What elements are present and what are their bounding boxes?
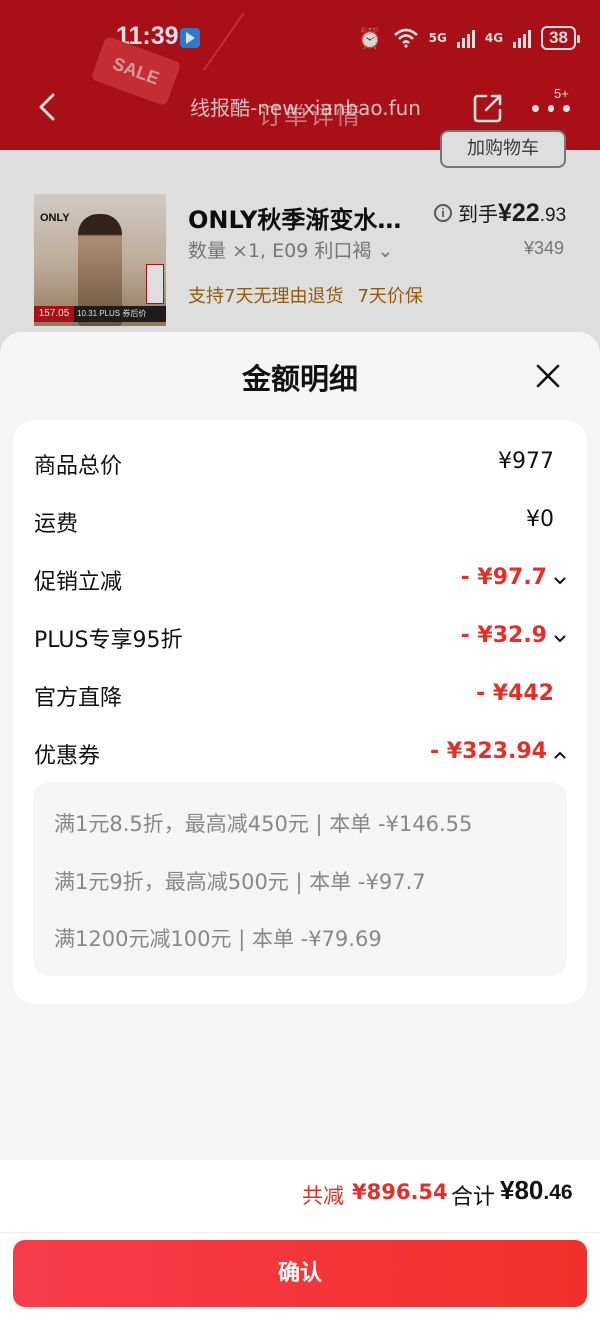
total-saved-value: ¥896.54 bbox=[352, 1180, 448, 1204]
row-label: 商品总价 bbox=[34, 454, 123, 479]
row-label: 优惠券 bbox=[34, 744, 101, 769]
total-label: 合计 bbox=[451, 1185, 496, 1210]
coupon-item: 满1元9折，最高减500元 | 本单 -¥97.7 bbox=[54, 870, 426, 894]
row-coupon[interactable]: 优惠券 - ¥323.94 bbox=[13, 738, 587, 778]
total-saved-label: 共减 bbox=[302, 1184, 344, 1208]
coupon-detail-box: 满1元8.5折，最高减450元 | 本单 -¥146.55 满1元9折，最高减5… bbox=[33, 782, 567, 976]
row-label: 官方直降 bbox=[34, 686, 123, 711]
total-value: ¥80.46 bbox=[500, 1175, 573, 1206]
row-value: - ¥32.9 bbox=[460, 623, 547, 648]
row-goods-total: 商品总价 ¥977 bbox=[13, 448, 587, 488]
row-value: ¥0 bbox=[526, 507, 554, 532]
chevron-down-icon[interactable] bbox=[553, 574, 567, 588]
row-promo-discount[interactable]: 促销立减 - ¥97.7 bbox=[13, 564, 587, 604]
coupon-item: 满1200元减100元 | 本单 -¥79.69 bbox=[54, 927, 382, 951]
row-value: - ¥442 bbox=[475, 681, 554, 706]
coupon-item: 满1元8.5折，最高减450元 | 本单 -¥146.55 bbox=[54, 812, 473, 836]
row-label: 运费 bbox=[34, 512, 79, 537]
row-value: - ¥97.7 bbox=[460, 565, 547, 590]
row-label: PLUS专享95折 bbox=[34, 628, 183, 653]
row-value: ¥977 bbox=[498, 449, 554, 474]
footer-bar: 共减 ¥896.54 合计 ¥80.46 确认 bbox=[0, 1160, 600, 1320]
total-value-int: ¥80 bbox=[500, 1175, 544, 1205]
close-icon[interactable] bbox=[532, 360, 564, 392]
row-plus-discount[interactable]: PLUS专享95折 - ¥32.9 bbox=[13, 622, 587, 662]
amount-breakdown-card: 商品总价 ¥977 运费 ¥0 促销立减 - ¥97.7 PLUS专享95折 -… bbox=[13, 420, 587, 1004]
sheet-title: 金额明细 bbox=[241, 362, 358, 396]
row-value: - ¥323.94 bbox=[430, 739, 547, 764]
total-value-dec: .46 bbox=[543, 1181, 573, 1204]
chevron-up-icon[interactable] bbox=[553, 748, 567, 762]
row-official-reduction: 官方直降 - ¥442 bbox=[13, 680, 587, 720]
row-shipping: 运费 ¥0 bbox=[13, 506, 587, 546]
row-label: 促销立减 bbox=[34, 570, 123, 595]
footer-divider bbox=[0, 1232, 600, 1233]
chevron-down-icon[interactable] bbox=[553, 632, 567, 646]
confirm-button[interactable]: 确认 bbox=[13, 1240, 587, 1307]
